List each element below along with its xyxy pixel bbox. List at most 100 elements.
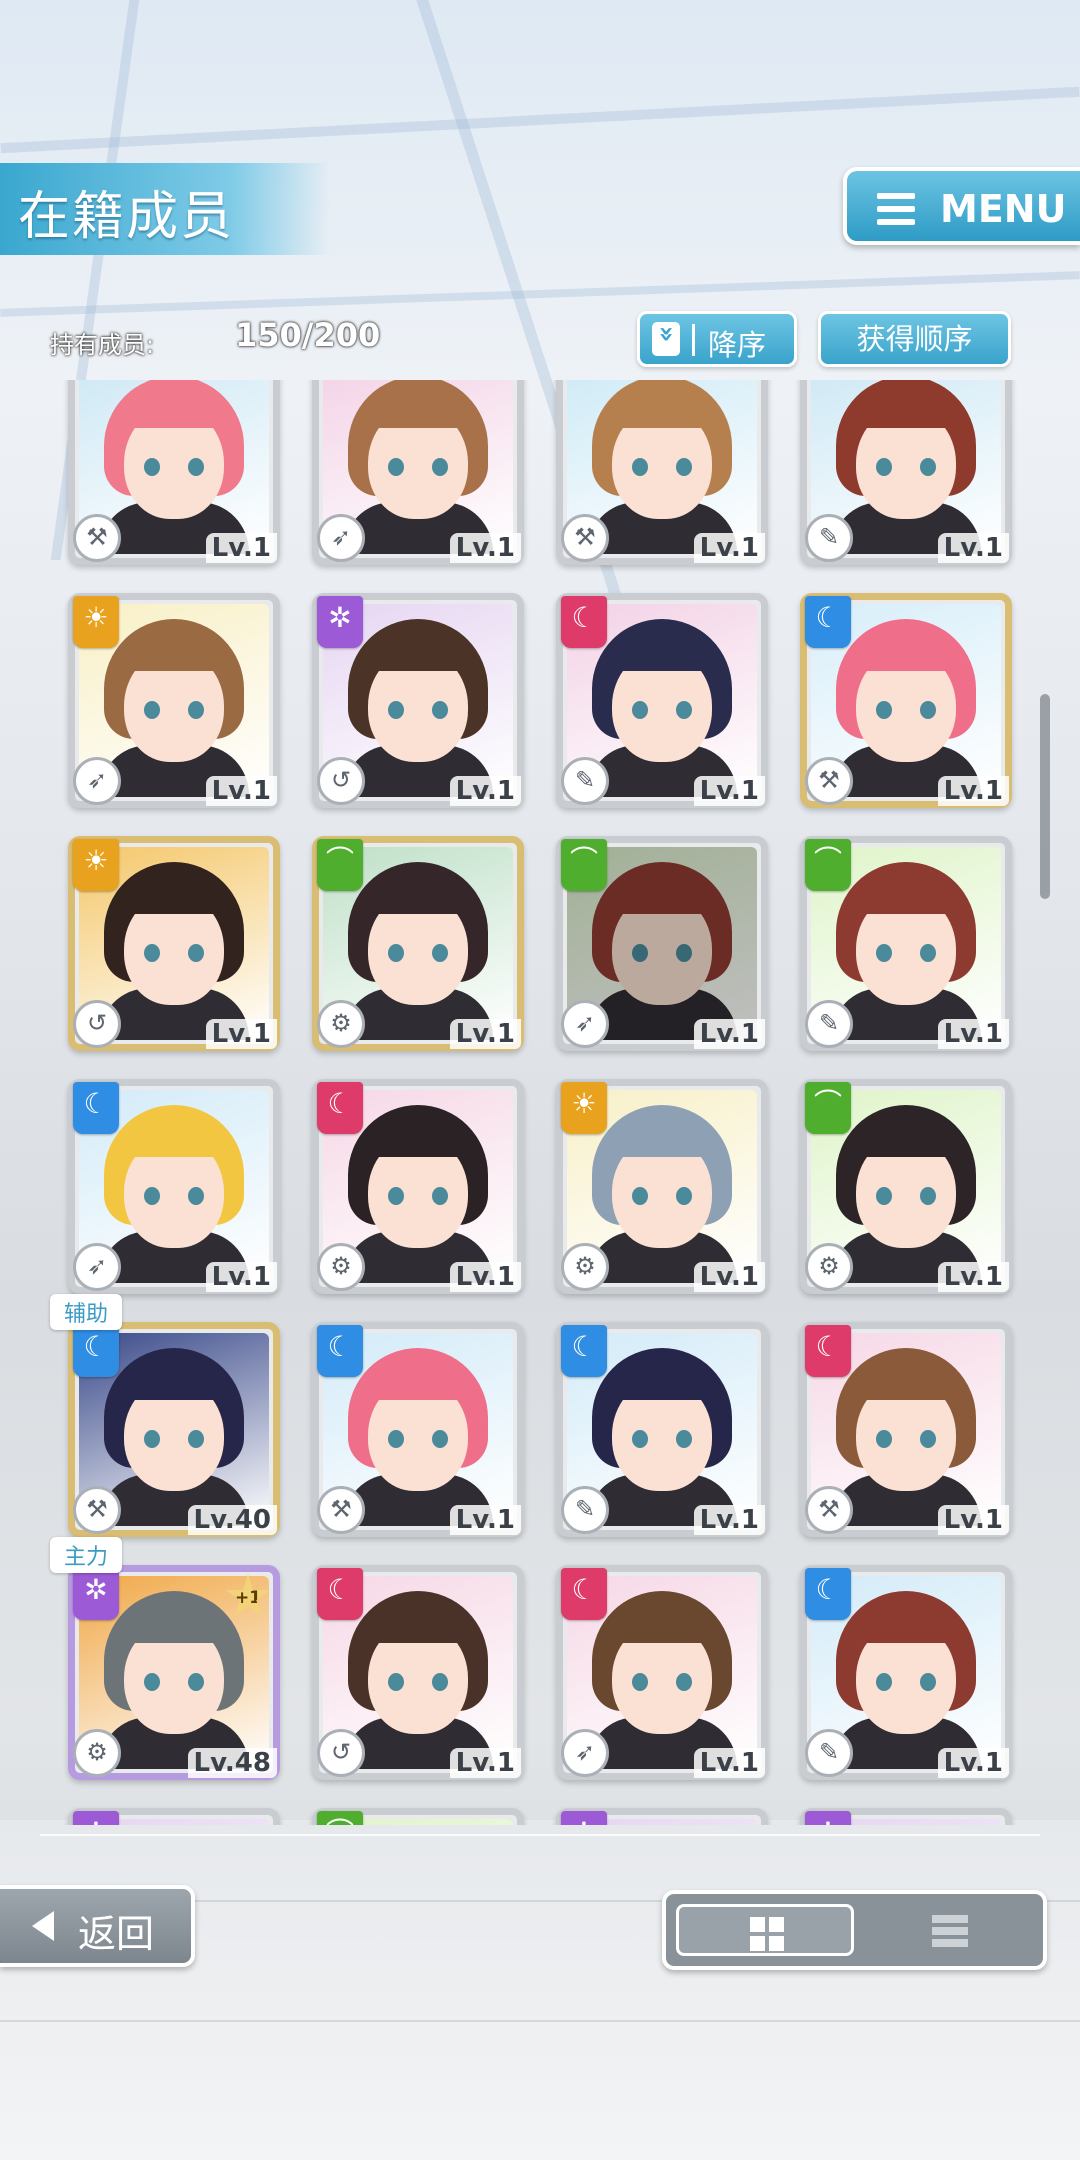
member-card[interactable]: ✎ Lv.1 [800, 380, 1012, 565]
attribute-blue-icon: ☾ [561, 1325, 607, 1377]
grid-view-icon [750, 1917, 784, 1951]
member-grid[interactable]: ⚒ Lv.1 ➶ Lv.1 ⚒ Lv.1 ✎ Lv.1 ☀ ➶ Lv.1 ✲ ↺ Lv.1 ☾ ✎ Lv.1 ☾ ⚒… [0, 380, 1080, 1825]
member-card[interactable]: ☾ ⚒ Lv.1 [800, 593, 1012, 808]
attribute-pink-icon: ☾ [561, 1568, 607, 1620]
rocket-icon: ➶ [561, 1000, 609, 1048]
member-card[interactable]: ☾ ⚒ Lv.1 [800, 1322, 1012, 1537]
attribute-green-icon: ⌒ [317, 839, 363, 891]
member-card[interactable]: ☾ ⚒ Lv.1 [312, 1322, 524, 1537]
member-level: Lv.1 [205, 776, 277, 806]
member-level: Lv.1 [693, 1262, 765, 1292]
member-card[interactable]: ☀ ↺ Lv.1 [68, 836, 280, 1051]
gear-icon: ⚙ [561, 1243, 609, 1291]
attribute-green-icon: ⌒ [805, 1082, 851, 1134]
hammer-icon: ⚒ [805, 757, 853, 805]
member-card[interactable]: ☾ ⚒ Lv.40 [68, 1322, 280, 1537]
boomerang-icon: ↺ [73, 1000, 121, 1048]
rocket-icon: ➶ [73, 1243, 121, 1291]
member-card[interactable]: ☾ ➶ Lv.1 [556, 1565, 768, 1780]
member-count-label: 持有成员: [50, 331, 155, 359]
member-card[interactable]: ☾ ⚙ Lv.1 [312, 1079, 524, 1294]
member-level: Lv.1 [449, 533, 521, 563]
member-card[interactable]: ⚒ Lv.1 [68, 380, 280, 565]
sort-order-button[interactable]: 获得顺序 [818, 311, 1011, 367]
member-level: Lv.1 [693, 776, 765, 806]
sort-direction-button[interactable]: 降序 [637, 311, 797, 367]
view-mode-toggle [662, 1890, 1047, 1970]
member-level: Lv.1 [937, 1505, 1009, 1535]
bg-window-frame [0, 271, 1080, 317]
divider [40, 1834, 1040, 1836]
member-card[interactable]: ☾ ➶ Lv.1 [68, 1079, 280, 1294]
member-level: Lv.1 [205, 1019, 277, 1049]
member-card[interactable]: ⌒ [312, 1808, 524, 1825]
member-level: Lv.1 [693, 1019, 765, 1049]
scrollbar[interactable] [1040, 694, 1050, 899]
member-level: Lv.1 [693, 533, 765, 563]
gear-icon: ⚙ [317, 1000, 365, 1048]
member-card[interactable]: ☀ ⚙ Lv.1 [556, 1079, 768, 1294]
rocket-icon: ➶ [561, 1729, 609, 1777]
attribute-green-icon: ⌒ [805, 839, 851, 891]
attribute-orange-icon: ☀ [561, 1082, 607, 1134]
gear-icon: ⚙ [73, 1729, 121, 1777]
attribute-pink-icon: ☾ [805, 1325, 851, 1377]
member-card[interactable]: ✲ ⚙ Lv.48 +1 [68, 1565, 280, 1780]
attribute-purple-icon: ✲ [73, 1568, 119, 1620]
rocket-icon: ➶ [317, 514, 365, 562]
member-card[interactable]: ➶ Lv.1 [312, 380, 524, 565]
bg-floor [0, 1820, 1080, 2160]
list-view-icon[interactable] [932, 1915, 968, 1951]
hammer-icon: ⚒ [805, 1486, 853, 1534]
back-button[interactable]: 返回 [0, 1885, 195, 1967]
member-card[interactable]: ☀ ➶ Lv.1 [68, 593, 280, 808]
hammer-icon: ⚒ [73, 1486, 121, 1534]
member-level: Lv.1 [205, 533, 277, 563]
member-card[interactable]: ⚒ Lv.1 [556, 380, 768, 565]
attribute-pink-icon: ☾ [317, 1082, 363, 1134]
attribute-pink-icon: ☾ [317, 1568, 363, 1620]
member-card[interactable]: ⌒ ⚙ Lv.1 [312, 836, 524, 1051]
hammer-icon: ⚒ [561, 514, 609, 562]
member-card[interactable]: ✲ [800, 1808, 1012, 1825]
menu-button[interactable]: MENU [843, 167, 1080, 245]
member-level: Lv.1 [449, 1505, 521, 1535]
member-card[interactable]: ☾ ✎ Lv.1 [556, 1322, 768, 1537]
attribute-blue-icon: ☾ [73, 1082, 119, 1134]
attribute-blue-icon: ☾ [317, 1325, 363, 1377]
member-card[interactable]: ✲ [556, 1808, 768, 1825]
attribute-green-icon: ⌒ [561, 839, 607, 891]
member-count-value: 150/200 [235, 316, 381, 354]
attribute-purple-icon: ✲ [317, 596, 363, 648]
attribute-blue-icon: ☾ [805, 1568, 851, 1620]
attribute-green-icon: ⌒ [317, 1811, 363, 1825]
member-card[interactable]: ✲ ↺ Lv.1 [312, 593, 524, 808]
menu-label: MENU [940, 187, 1067, 231]
member-level: Lv.1 [449, 776, 521, 806]
member-level: Lv.40 [187, 1505, 277, 1535]
attribute-purple-icon: ✲ [561, 1811, 607, 1825]
sort-direction-label: 降序 [708, 328, 767, 362]
member-level: Lv.1 [693, 1505, 765, 1535]
member-role-tag: 主力 [50, 1537, 123, 1573]
member-card[interactable]: ✲ [68, 1808, 280, 1825]
member-level: Lv.1 [937, 1019, 1009, 1049]
hammer-icon: ⚒ [73, 514, 121, 562]
member-card[interactable]: ⌒ ➶ Lv.1 [556, 836, 768, 1051]
member-card[interactable]: ☾ ↺ Lv.1 [312, 1565, 524, 1780]
member-card[interactable]: ⌒ ✎ Lv.1 [800, 836, 1012, 1051]
back-arrow-icon [32, 1911, 54, 1941]
attribute-purple-icon: ✲ [73, 1811, 119, 1825]
member-level: Lv.48 [187, 1748, 277, 1778]
member-level: Lv.1 [205, 1262, 277, 1292]
member-card[interactable]: ⌒ ⚙ Lv.1 [800, 1079, 1012, 1294]
wrench-icon: ✎ [805, 1729, 853, 1777]
bg-floor-line [0, 2020, 1080, 2022]
gear-icon: ⚙ [805, 1243, 853, 1291]
grid-view-button[interactable] [676, 1904, 854, 1956]
wrench-icon: ✎ [561, 1486, 609, 1534]
member-level: Lv.1 [449, 1019, 521, 1049]
rocket-icon: ➶ [73, 757, 121, 805]
member-card[interactable]: ☾ ✎ Lv.1 [556, 593, 768, 808]
member-card[interactable]: ☾ ✎ Lv.1 [800, 1565, 1012, 1780]
